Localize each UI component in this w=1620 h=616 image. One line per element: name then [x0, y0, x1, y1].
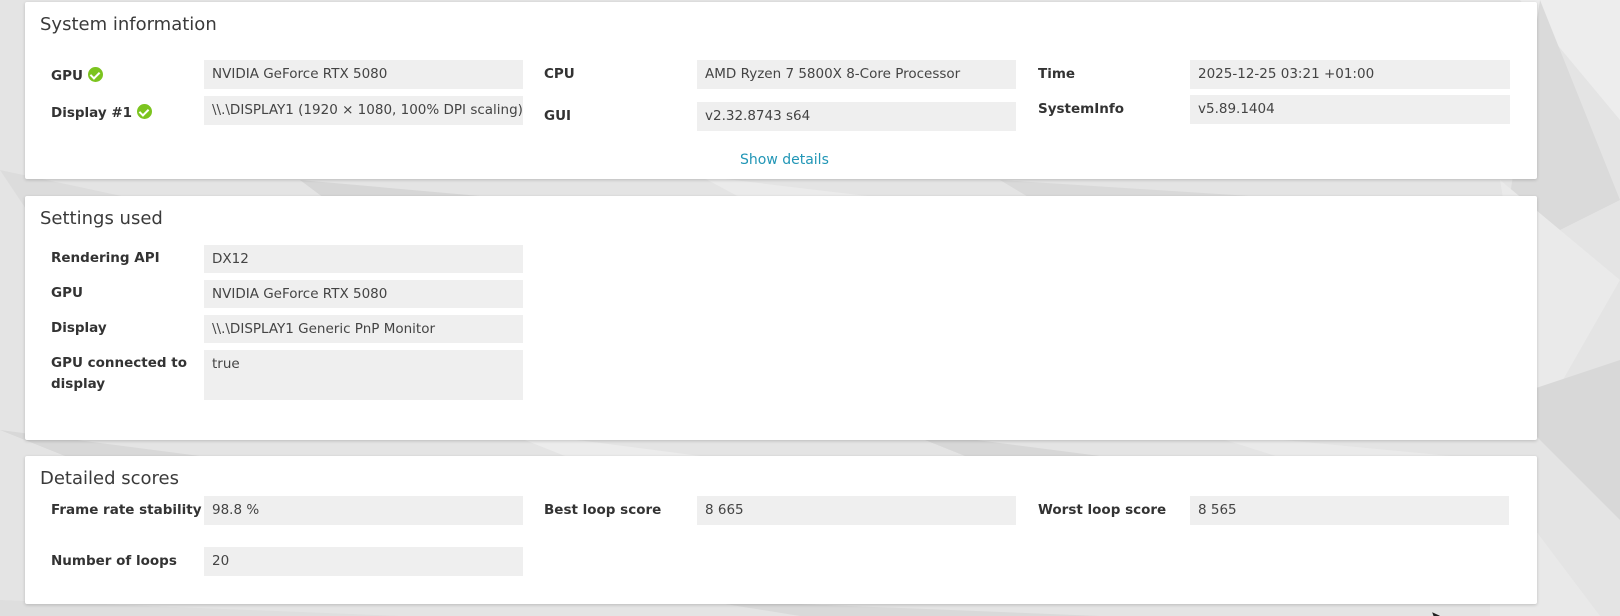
systeminfo-label: SystemInfo — [1038, 101, 1125, 117]
cpu-value: AMD Ryzen 7 5800X 8-Core Processor — [697, 60, 1016, 89]
detailed-scores-panel: Detailed scores Frame rate stability 98.… — [25, 456, 1537, 604]
panel-title: Detailed scores — [40, 468, 179, 489]
worst-loop-score-value: 8 565 — [1190, 496, 1509, 525]
best-loop-score-value: 8 665 — [697, 496, 1016, 525]
cpu-label: CPU — [544, 66, 575, 82]
display-label: Display #1 — [51, 103, 153, 124]
gpu-value: NVIDIA GeForce RTX 5080 — [204, 280, 523, 308]
worst-loop-score-label: Worst loop score — [1038, 502, 1167, 518]
gpu-label: GPU — [51, 66, 103, 87]
rendering-api-label: Rendering API — [51, 250, 160, 266]
display-value: \\.\DISPLAY1 Generic PnP Monitor — [204, 315, 523, 343]
check-circle-icon — [87, 67, 103, 82]
time-label: Time — [1038, 66, 1076, 82]
settings-used-panel: Settings used Rendering API DX12 GPU NVI… — [25, 196, 1537, 440]
gpu-value: NVIDIA GeForce RTX 5080 — [204, 60, 523, 89]
panel-title: Settings used — [40, 208, 163, 229]
panel-title: System information — [40, 14, 217, 35]
number-of-loops-label: Number of loops — [51, 553, 177, 569]
number-of-loops-value: 20 — [204, 547, 523, 576]
check-circle-icon — [137, 104, 153, 119]
gui-value: v2.32.8743 s64 — [697, 102, 1016, 131]
systeminfo-value: v5.89.1404 — [1190, 95, 1510, 124]
gpu-label: GPU — [51, 285, 83, 301]
frame-rate-stability-value: 98.8 % — [204, 496, 523, 525]
system-information-panel: System information GPU NVIDIA GeForce RT… — [25, 2, 1537, 179]
time-value: 2025-12-25 03:21 +01:00 — [1190, 60, 1510, 89]
gui-label: GUI — [544, 108, 572, 124]
show-details-link[interactable]: Show details — [740, 152, 829, 168]
gpu-connected-label: GPU connected to display — [51, 355, 187, 392]
display-value: \\.\DISPLAY1 (1920 × 1080, 100% DPI scal… — [204, 96, 523, 125]
frame-rate-stability-label: Frame rate stability — [51, 502, 202, 518]
rendering-api-value: DX12 — [204, 245, 523, 273]
best-loop-score-label: Best loop score — [544, 502, 662, 518]
gpu-connected-value: true — [204, 350, 523, 400]
display-label: Display — [51, 320, 107, 336]
